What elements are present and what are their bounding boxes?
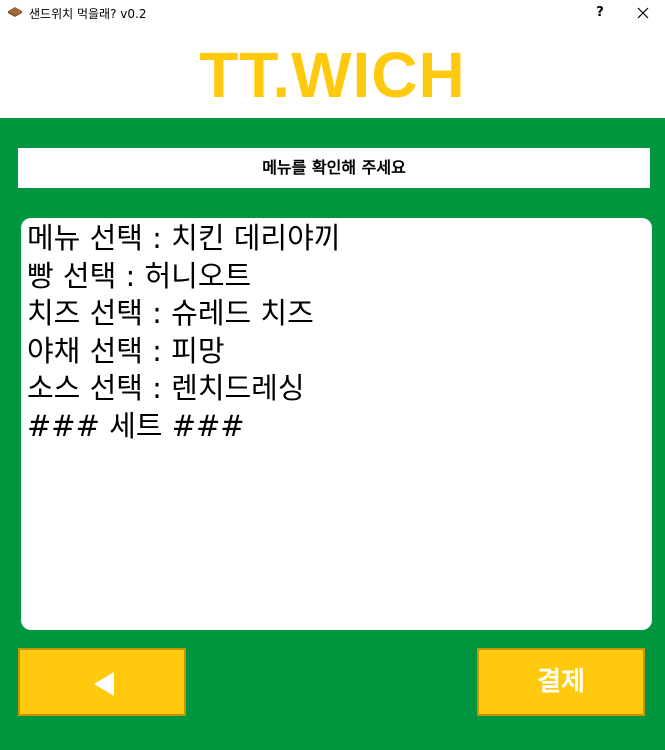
pay-button[interactable]: 결제	[477, 648, 645, 716]
summary-line-bread: 빵 선택 : 허니오트	[27, 258, 252, 293]
summary-line-set: ### 세트 ###	[27, 408, 245, 443]
summary-line-sauce: 소스 선택 : 렌치드레싱	[27, 371, 305, 405]
sandwich-icon	[8, 7, 22, 17]
summary-line-menu: 메뉴 선택 : 치킨 데리야끼	[27, 221, 341, 255]
left-triangle-icon	[94, 672, 114, 696]
summary-line-vegetable: 야채 선택 : 피망	[27, 333, 225, 368]
brand-logo: TT.WICH	[199, 39, 466, 111]
close-icon[interactable]	[630, 2, 656, 24]
order-summary-list: 메뉴 선택 : 치킨 데리야끼 빵 선택 : 허니오트 치즈 선택 : 슈레드 …	[27, 220, 340, 445]
confirm-banner: 메뉴를 확인해 주세요	[18, 148, 650, 188]
pay-button-label: 결제	[537, 667, 585, 697]
app-window: 샌드위치 먹을래? v0.2 ? TT.WICH 메뉴를 확인해 주세요 메뉴 …	[0, 0, 665, 750]
help-button[interactable]: ?	[588, 2, 612, 24]
summary-line-cheese: 치즈 선택 : 슈레드 치즈	[27, 296, 314, 330]
order-summary: 메뉴 선택 : 치킨 데리야끼 빵 선택 : 허니오트 치즈 선택 : 슈레드 …	[21, 218, 652, 630]
order-confirm-panel: 메뉴를 확인해 주세요 메뉴 선택 : 치킨 데리야끼 빵 선택 : 허니오트 …	[0, 118, 665, 750]
window-title: 샌드위치 먹을래? v0.2	[29, 7, 147, 21]
back-button[interactable]	[18, 648, 186, 716]
header: TT.WICH	[0, 26, 665, 118]
title-bar[interactable]: 샌드위치 먹을래? v0.2 ?	[0, 0, 665, 26]
